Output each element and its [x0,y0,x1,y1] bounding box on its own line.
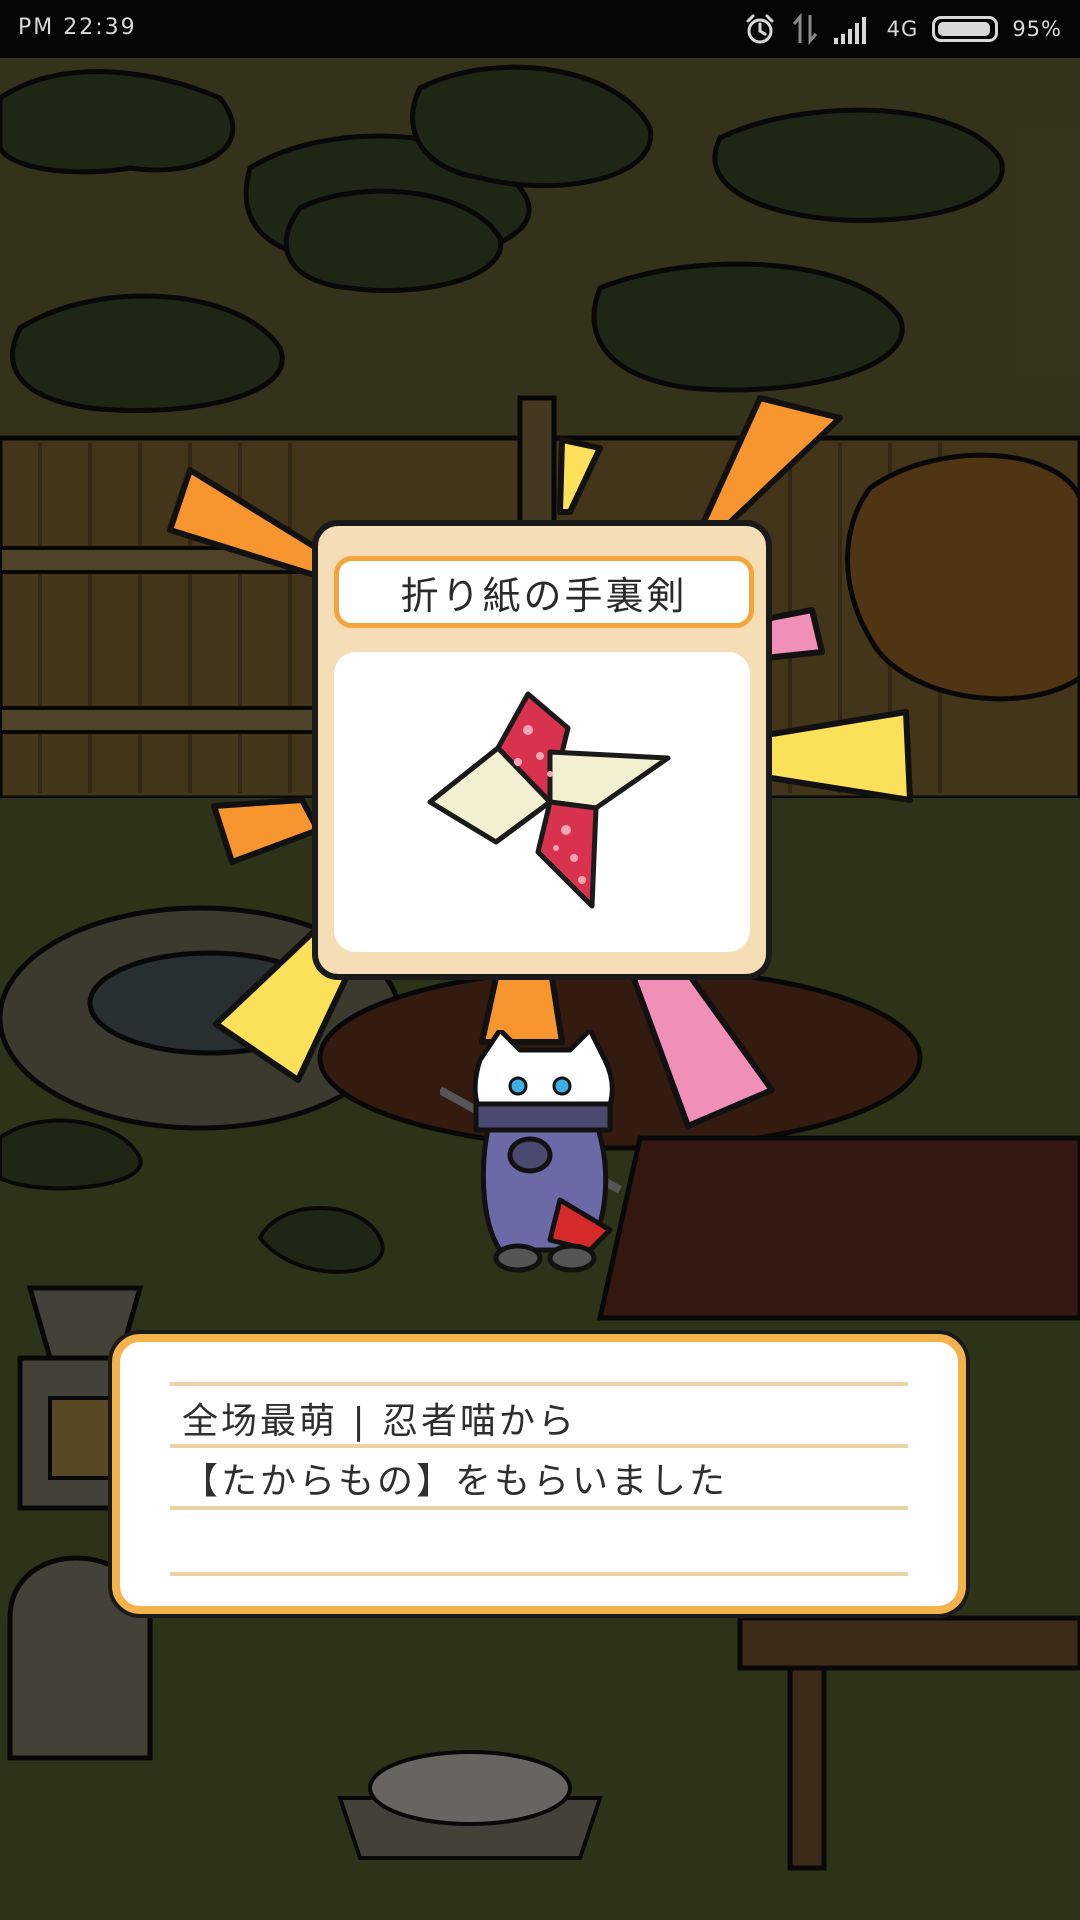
reward-title: 折り紙の手裏剣 [400,573,688,618]
message-rule [170,1572,908,1576]
message-rule [170,1444,908,1448]
origami-shuriken-icon [427,691,671,909]
reward-image-frame [334,652,750,952]
message-line-1: 全场最萌 | 忍者喵から [182,1401,578,1442]
message-rule [170,1382,908,1386]
game-screen[interactable]: PM 22:39 4G 95% 折り紙の手裏剣 全场最萌 | 忍者喵から 【たか… [0,0,1080,1920]
ninja-cat-character[interactable] [440,1030,650,1280]
message-lines: 全场最萌 | 忍者喵から 【たからもの】をもらいました [170,1382,908,1592]
message-rule [170,1506,908,1510]
reward-title-plate: 折り紙の手裏剣 [334,556,754,628]
reward-card: 折り紙の手裏剣 [312,520,772,980]
message-dialog[interactable]: 全场最萌 | 忍者喵から 【たからもの】をもらいました [112,1334,966,1614]
message-line-2: 【たからもの】をもらいました [182,1461,729,1502]
